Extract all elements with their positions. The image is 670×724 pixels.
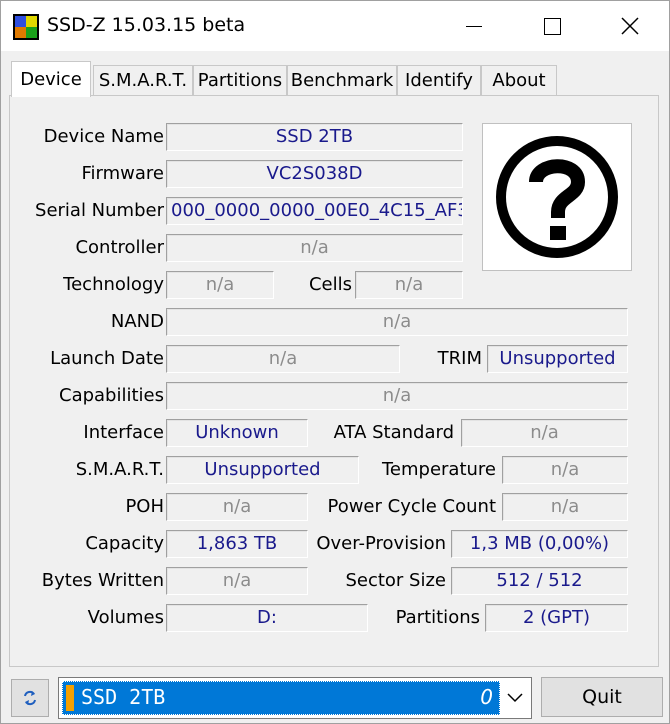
launch-date-field: n/a	[166, 345, 400, 373]
title-bar: SSD-Z 15.03.15 beta	[1, 1, 669, 51]
bottom-bar: SSD 2TB 0 Quit	[1, 671, 669, 723]
power-cycle-count-field: n/a	[502, 493, 628, 521]
tab-identify[interactable]: Identify	[397, 65, 481, 95]
drive-marker	[66, 685, 74, 711]
launch-date-label: Launch Date	[50, 348, 164, 369]
drive-index: 0	[480, 685, 493, 709]
volumes-label: Volumes	[87, 607, 164, 628]
technology-label: Technology	[63, 274, 164, 295]
capabilities-label: Capabilities	[59, 385, 164, 406]
chevron-down-icon	[507, 693, 523, 703]
interface-field: Unknown	[166, 419, 308, 447]
maximize-icon	[543, 17, 561, 35]
device-name-field: SSD 2TB	[166, 123, 463, 151]
tab-device[interactable]: Device	[11, 61, 91, 97]
nand-label: NAND	[110, 311, 164, 332]
cells-label: Cells	[308, 274, 352, 295]
question-mark-icon	[496, 136, 618, 258]
close-button[interactable]	[607, 1, 653, 51]
capacity-label: Capacity	[85, 533, 164, 554]
cells-field: n/a	[355, 271, 463, 299]
device-image	[482, 123, 632, 271]
serial-number-label: Serial Number	[35, 200, 164, 221]
serial-number-field: 000_0000_0000_00E0_4C15_AF3	[166, 197, 463, 225]
capacity-field: 1,863 TB	[166, 530, 308, 558]
ata-standard-field: n/a	[461, 419, 628, 447]
firmware-label: Firmware	[81, 163, 165, 184]
volumes-field: D:	[166, 604, 368, 632]
technology-field: n/a	[166, 271, 274, 299]
trim-field: Unsupported	[487, 345, 628, 373]
firmware-field: VC2S038D	[166, 160, 463, 188]
drive-select[interactable]: SSD 2TB 0	[58, 677, 532, 719]
power-cycle-count-label: Power Cycle Count	[327, 496, 496, 517]
smart-label: S.M.A.R.T.	[75, 459, 164, 480]
device-name-label: Device Name	[43, 126, 164, 147]
sector-size-label: Sector Size	[345, 570, 446, 591]
refresh-icon	[24, 690, 36, 706]
temperature-label: Temperature	[381, 459, 496, 480]
tab-benchmark[interactable]: Benchmark	[287, 65, 397, 95]
sector-size-field: 512 / 512	[451, 567, 628, 595]
drive-name: SSD 2TB	[81, 685, 166, 709]
controller-field: n/a	[166, 234, 463, 262]
nand-field: n/a	[166, 308, 628, 336]
maximize-button[interactable]	[529, 1, 575, 51]
quit-button[interactable]: Quit	[541, 677, 663, 717]
temperature-field: n/a	[502, 456, 628, 484]
over-provision-field: 1,3 MB (0,00%)	[451, 530, 628, 558]
device-panel: Device Name SSD 2TB Firmware VC2S038D Se…	[9, 95, 659, 667]
capabilities-field: n/a	[166, 382, 628, 410]
controller-label: Controller	[75, 237, 164, 258]
bytes-written-label: Bytes Written	[41, 570, 164, 591]
ata-standard-label: ATA Standard	[333, 422, 454, 443]
smart-field: Unsupported	[166, 456, 359, 484]
over-provision-label: Over-Provision	[316, 533, 446, 554]
poh-field: n/a	[166, 493, 308, 521]
tab-partitions[interactable]: Partitions	[193, 65, 287, 95]
drive-select-value: SSD 2TB 0	[62, 681, 500, 715]
poh-label: POH	[125, 496, 164, 517]
app-icon	[13, 14, 39, 40]
window-title: SSD-Z 15.03.15 beta	[47, 14, 246, 36]
trim-label: TRIM	[437, 348, 482, 369]
close-icon	[621, 17, 639, 35]
tab-about[interactable]: About	[481, 65, 557, 95]
minimize-button[interactable]	[451, 1, 497, 51]
bytes-written-field: n/a	[166, 567, 308, 595]
dropdown-arrow[interactable]	[503, 686, 527, 710]
refresh-button[interactable]	[11, 679, 49, 717]
app-window: SSD-Z 15.03.15 beta Device S.M.A.R.T. Pa…	[0, 0, 670, 724]
interface-label: Interface	[83, 422, 164, 443]
minimize-icon	[466, 25, 482, 27]
partitions-label: Partitions	[395, 607, 480, 628]
tab-smart[interactable]: S.M.A.R.T.	[93, 65, 193, 95]
partitions-field: 2 (GPT)	[485, 604, 628, 632]
